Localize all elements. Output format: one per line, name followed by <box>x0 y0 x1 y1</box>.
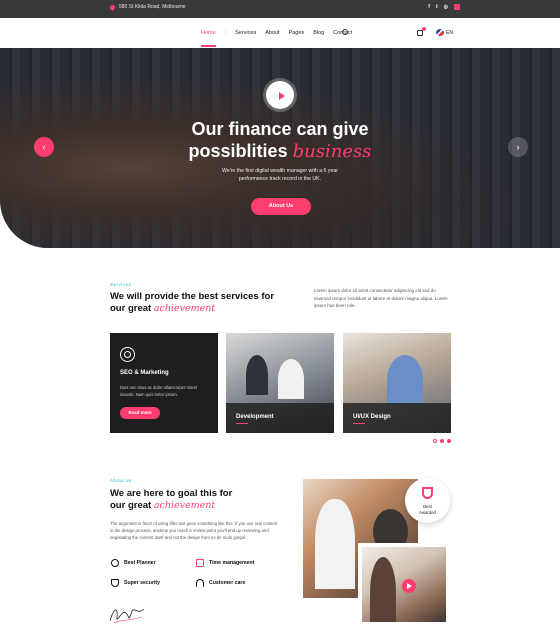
person-image <box>246 355 268 395</box>
address-text: 580 St Kilda Road, Melbourne <box>119 4 186 10</box>
nav-item-blog[interactable]: Blog <box>313 30 324 36</box>
person-image <box>370 557 396 622</box>
person-image <box>387 355 423 405</box>
signature <box>109 608 145 624</box>
nav-separator: | <box>224 30 227 36</box>
uk-flag-icon[interactable] <box>436 29 444 36</box>
feature-label: Best Planner <box>124 560 156 566</box>
carousel-dots <box>433 439 451 443</box>
woman-photo <box>358 543 450 626</box>
service-card-development[interactable]: Development <box>226 333 334 433</box>
services-description: Lorem ipsum dolor sit amet consectetur a… <box>314 288 448 308</box>
feature-time-management: Time management <box>196 559 254 567</box>
award-line1: Best <box>423 504 432 509</box>
about-description: The argument in favor of using filler te… <box>110 521 278 540</box>
award-badge: Best Awarded <box>405 478 450 523</box>
read-more-button[interactable]: Read more <box>120 407 160 419</box>
award-line2: Awarded <box>419 510 436 515</box>
trophy-icon <box>422 487 433 499</box>
calendar-icon <box>196 559 204 567</box>
hero-title-line2: possiblities business <box>0 140 560 163</box>
slider-next-button[interactable]: › <box>508 137 528 157</box>
about-heading-plain: our great <box>110 500 152 511</box>
facebook-icon[interactable]: f <box>428 4 430 10</box>
service-card-text: Duis nec risus ac dolor ullamcorper more… <box>120 385 198 397</box>
twitter-icon[interactable]: t <box>436 4 438 10</box>
feature-super-security: Super security <box>111 579 160 587</box>
hero-title-plain: possiblities <box>188 141 288 161</box>
card-underline <box>353 423 365 424</box>
address: 580 St Kilda Road, Melbourne <box>108 3 186 11</box>
language-selector[interactable]: EN <box>446 30 453 36</box>
services-heading-accent: achievement <box>153 303 216 314</box>
feature-best-planner: Best Planner <box>111 559 156 567</box>
about-heading: We are here to goal this for our great a… <box>110 488 280 512</box>
services-heading: We will provide the best services for ou… <box>110 291 280 315</box>
social-links: f t ◎ <box>428 4 460 10</box>
hero-banner: Our finance can give possiblities busine… <box>0 48 560 248</box>
carousel-dot[interactable] <box>447 439 451 443</box>
hero-title-accent: business <box>292 141 372 162</box>
feature-customer-care: Customer care <box>196 579 245 587</box>
card-underline <box>236 423 248 424</box>
person-image <box>278 359 304 399</box>
headset-icon <box>196 579 204 587</box>
services-tag: Services <box>110 282 132 287</box>
nav-item-home[interactable]: Home <box>201 30 216 47</box>
about-heading-line1: We are here to goal this for <box>110 488 233 499</box>
hero-title: Our finance can give possiblities busine… <box>0 118 560 163</box>
nav-item-about[interactable]: About <box>265 30 279 36</box>
service-card-title: UI/UX Design <box>353 414 391 420</box>
top-bar: 580 St Kilda Road, Melbourne f t ◎ <box>0 0 560 18</box>
service-card-title: SEO & Marketing <box>120 370 169 376</box>
feature-label: Time management <box>209 560 255 566</box>
feature-label: Customer care <box>209 580 246 586</box>
service-card-uiux[interactable]: UI/UX Design <box>343 333 451 433</box>
hero-title-line1: Our finance can give <box>191 119 369 139</box>
settings-icon <box>111 559 119 567</box>
main-nav: Home | Services About Pages Blog Contact… <box>0 18 560 48</box>
hero-subtitle: We're the first digital wealth manager w… <box>222 168 338 182</box>
services-heading-line1: We will provide the best services for <box>110 291 275 302</box>
cart-badge <box>422 27 426 31</box>
about-heading-accent: achievement <box>153 500 216 511</box>
carousel-dot[interactable] <box>433 439 437 443</box>
play-icon[interactable] <box>402 579 416 593</box>
slider-prev-button[interactable]: ‹ <box>34 137 54 157</box>
award-label: Best Awarded <box>405 504 450 516</box>
person-image <box>315 499 355 589</box>
instagram-icon[interactable]: ◎ <box>444 4 448 10</box>
target-icon <box>120 347 135 362</box>
nav-item-pages[interactable]: Pages <box>289 30 305 36</box>
carousel-dot[interactable] <box>440 439 444 443</box>
service-card-seo[interactable]: SEO & Marketing Duis nec risus ac dolor … <box>110 333 218 433</box>
youtube-icon[interactable] <box>454 4 460 10</box>
about-tag: About us <box>110 478 132 483</box>
play-video-button[interactable] <box>266 81 294 109</box>
service-card-title: Development <box>236 414 274 420</box>
feature-label: Super security <box>124 580 161 586</box>
about-us-button[interactable]: About Us <box>251 198 311 215</box>
search-icon[interactable] <box>342 29 348 35</box>
cart-icon[interactable] <box>417 27 426 36</box>
nav-item-services[interactable]: Services <box>235 30 256 36</box>
services-heading-plain: our great <box>110 303 152 314</box>
nav-menu: Home | Services About Pages Blog Contact <box>201 30 352 47</box>
location-pin-icon <box>108 3 117 11</box>
shield-icon <box>111 579 119 587</box>
